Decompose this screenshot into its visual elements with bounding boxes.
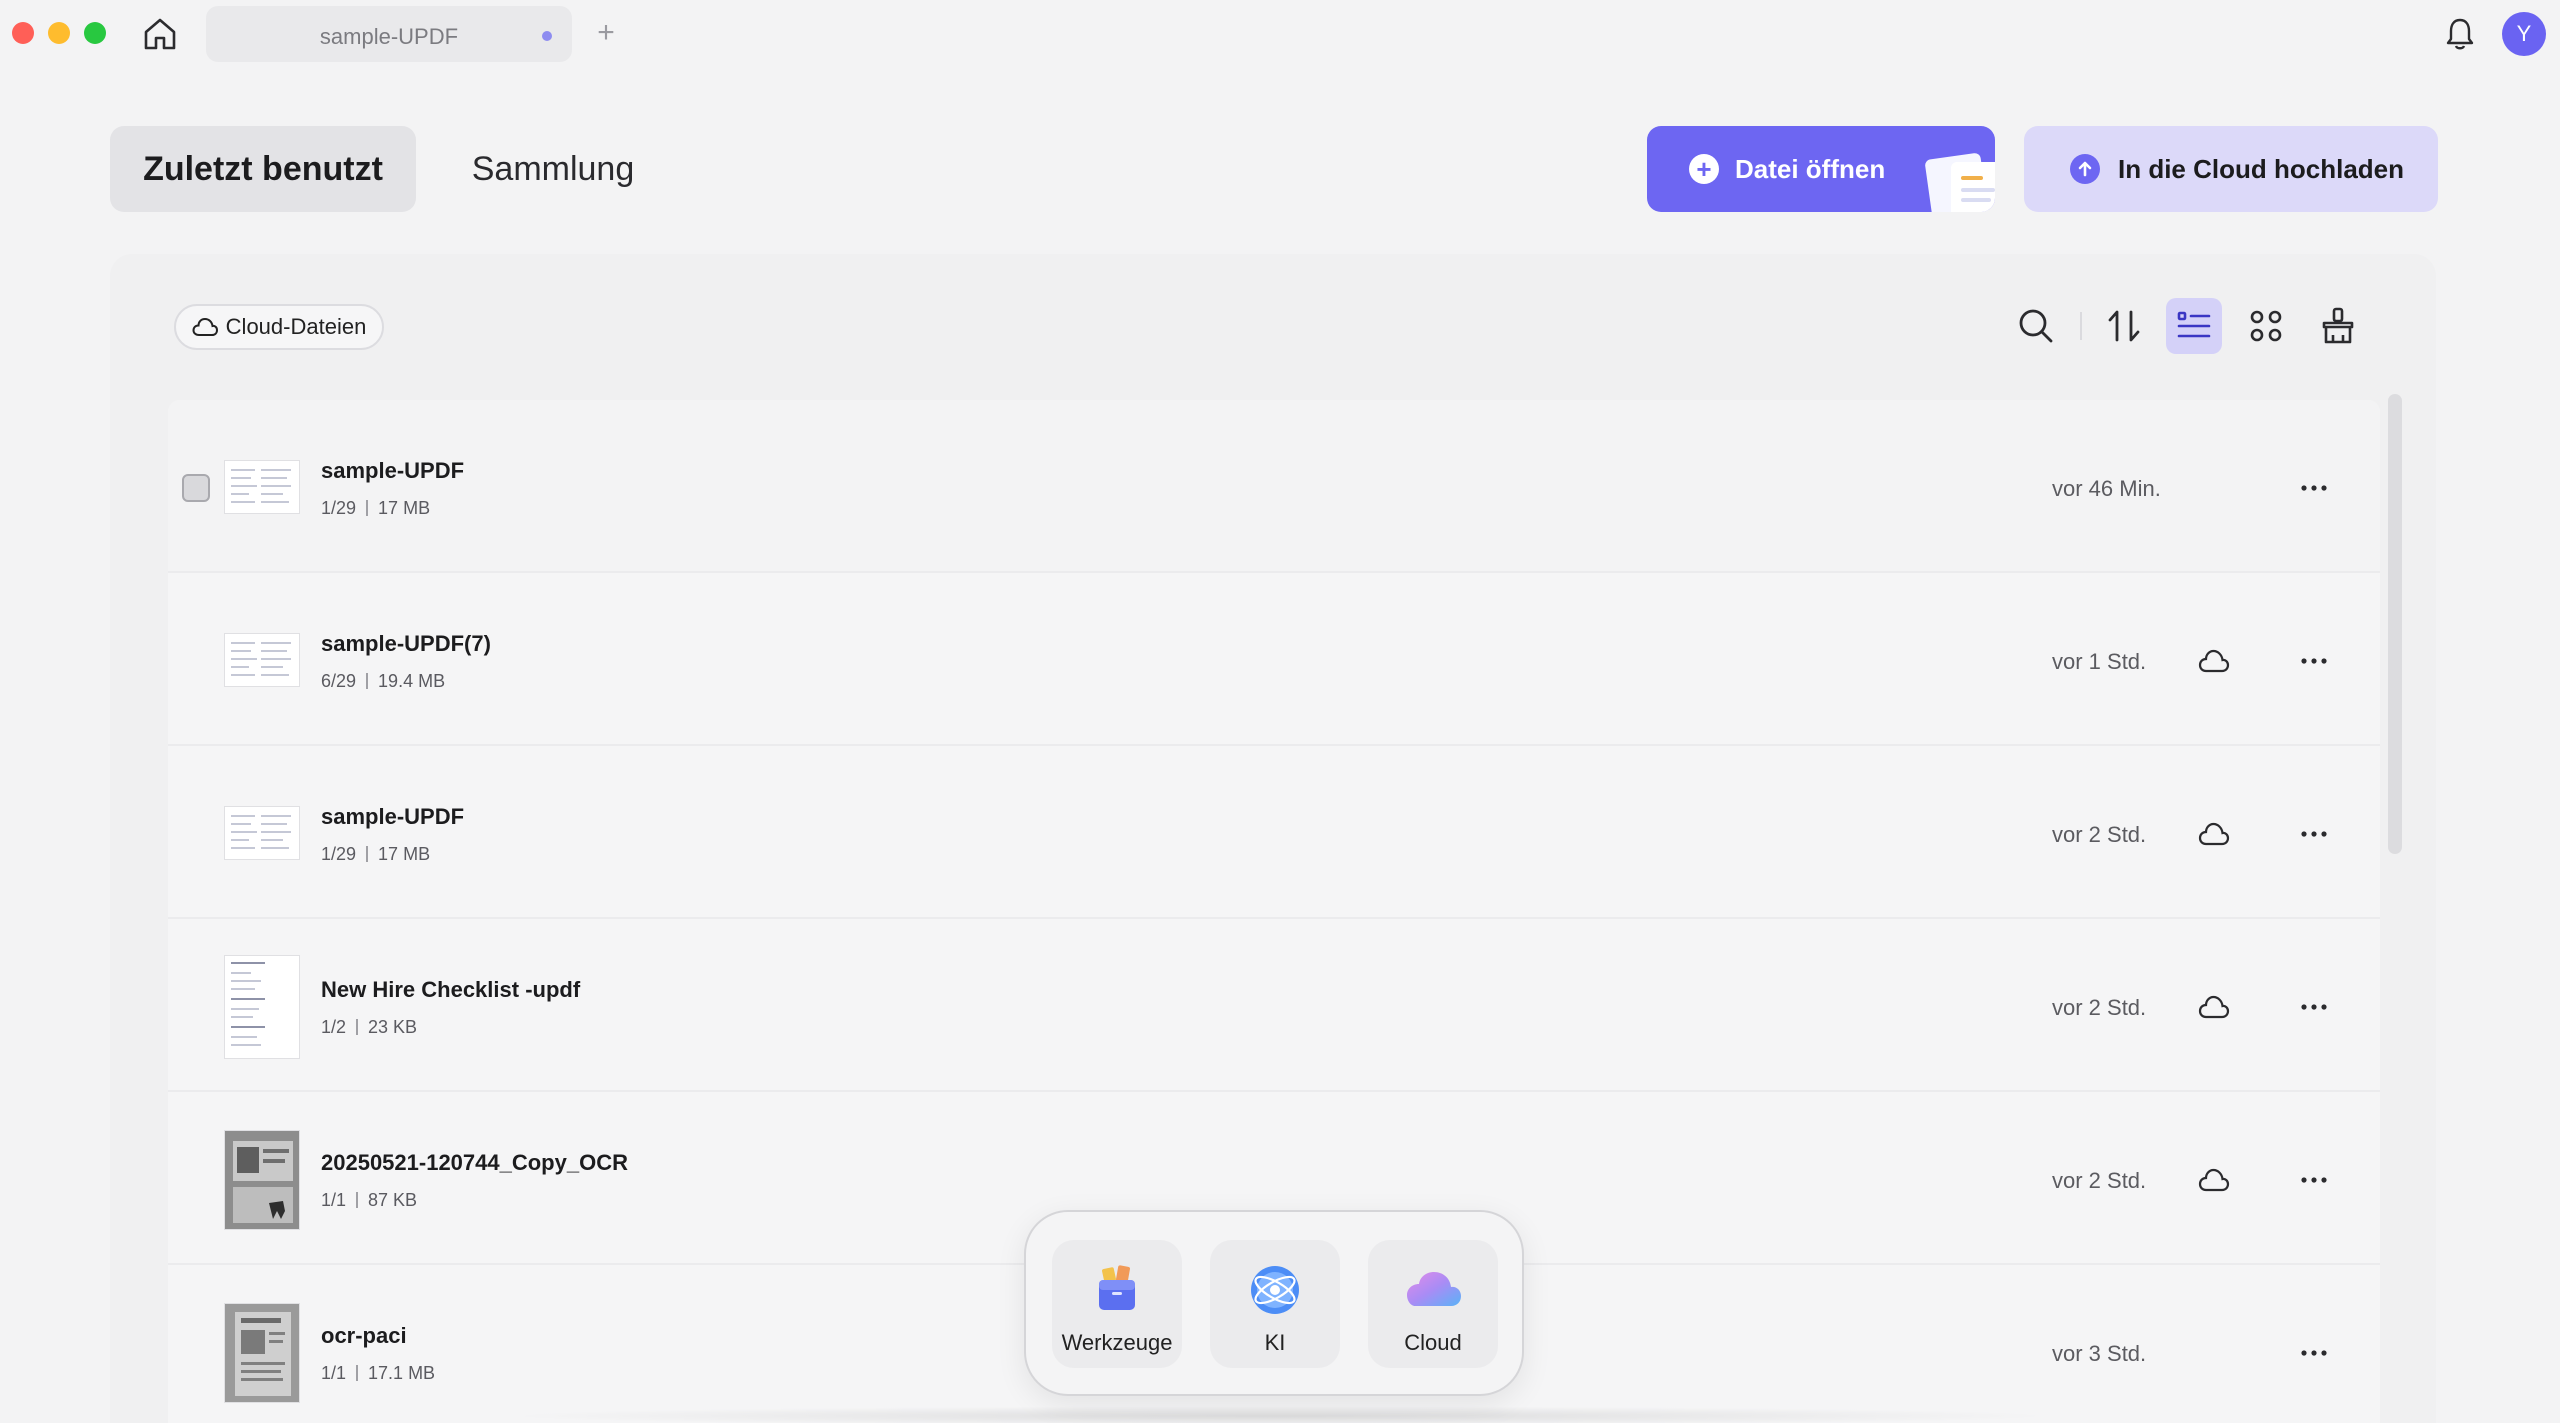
file-thumbnail <box>224 1130 300 1230</box>
table-row[interactable]: sample-UPDF 1/29 17 MB vor 46 Min. <box>168 400 2380 573</box>
sort-button[interactable] <box>2096 298 2152 354</box>
avatar[interactable]: Y <box>2502 12 2546 56</box>
search-icon <box>2019 309 2053 343</box>
minimize-window-button[interactable] <box>48 22 70 44</box>
upload-arrow-icon <box>2070 154 2100 184</box>
file-name[interactable]: 20250521-120744_Copy_OCR <box>321 1150 628 1176</box>
cloud-files-filter[interactable]: Cloud-Dateien <box>174 304 384 350</box>
toolbar-divider <box>2080 312 2082 340</box>
file-meta: 1/2 23 KB <box>321 1017 418 1037</box>
more-options-icon[interactable] <box>2298 655 2330 667</box>
table-row[interactable]: sample-UPDF(7) 6/29 19.4 MB vor 1 Std. <box>168 573 2380 746</box>
home-icon[interactable] <box>138 14 182 54</box>
file-thumbnail <box>224 460 300 514</box>
more-options-icon[interactable] <box>2298 482 2330 494</box>
file-thumbnail <box>224 806 300 860</box>
dock-cloud-label: Cloud <box>1404 1330 1462 1355</box>
file-meta: 1/29 17 MB <box>321 844 431 864</box>
more-options-icon[interactable] <box>2298 1347 2330 1359</box>
dock-ai-button[interactable]: KI <box>1210 1240 1340 1368</box>
file-name[interactable]: sample-UPDF <box>321 804 464 830</box>
open-file-label: Datei öffnen <box>1735 153 1886 184</box>
more-options-icon[interactable] <box>2298 1174 2330 1186</box>
file-time: vor 2 Std. <box>2052 822 2147 847</box>
file-name[interactable]: sample-UPDF <box>321 458 464 484</box>
file-time: vor 3 Std. <box>2052 1341 2147 1366</box>
upload-cloud-button[interactable]: In die Cloud hochladen <box>2024 126 2438 212</box>
file-name[interactable]: ocr-paci <box>321 1323 407 1349</box>
grid-view-button[interactable] <box>2238 298 2294 354</box>
bottom-shadow <box>500 1406 2060 1423</box>
list-view-button[interactable] <box>2166 298 2222 354</box>
file-meta: 1/1 87 KB <box>321 1190 418 1210</box>
cloud-icon <box>192 317 218 336</box>
upload-cloud-label: In die Cloud hochladen <box>2118 153 2404 184</box>
tab-collection[interactable]: Sammlung <box>440 126 666 212</box>
file-time: vor 2 Std. <box>2052 1168 2147 1193</box>
title-bar: sample-UPDF + Y <box>0 0 2560 70</box>
toolbox-icon <box>1099 1265 1135 1310</box>
cloud-upload-icon[interactable] <box>2198 820 2230 848</box>
tab-recent[interactable]: Zuletzt benutzt <box>110 126 416 212</box>
cloud-upload-icon[interactable] <box>2198 647 2230 675</box>
floating-dock: Werkzeuge KI Cloud <box>1024 1210 1524 1396</box>
table-row[interactable]: sample-UPDF 1/29 17 MB vor 2 Std. <box>168 746 2380 919</box>
file-time: vor 1 Std. <box>2052 649 2147 674</box>
file-name[interactable]: New Hire Checklist -updf <box>321 977 580 1003</box>
clean-up-button[interactable] <box>2310 298 2366 354</box>
new-tab-button[interactable]: + <box>590 16 622 50</box>
file-thumbnail <box>224 955 300 1059</box>
broom-icon <box>2322 307 2354 344</box>
dock-cloud-button[interactable]: Cloud <box>1368 1240 1498 1368</box>
grid-view-icon <box>2250 310 2282 342</box>
more-options-icon[interactable] <box>2298 1001 2330 1013</box>
ai-assistant-icon <box>1251 1266 1299 1314</box>
file-meta: 1/1 17.1 MB <box>321 1363 436 1383</box>
dock-ai-label: KI <box>1264 1330 1286 1355</box>
file-thumbnail <box>224 633 300 687</box>
table-row[interactable]: New Hire Checklist -updf 1/2 23 KB vor 2 … <box>168 919 2380 1092</box>
document-illustration <box>1951 162 1995 212</box>
close-window-button[interactable] <box>12 22 34 44</box>
row-checkbox[interactable] <box>182 474 210 502</box>
file-thumbnail <box>224 1303 300 1403</box>
file-time: vor 2 Std. <box>2052 995 2147 1020</box>
file-name[interactable]: sample-UPDF(7) <box>321 631 491 657</box>
file-time: vor 46 Min. <box>2052 476 2161 501</box>
document-tab[interactable]: sample-UPDF <box>206 6 572 62</box>
search-button[interactable] <box>2008 298 2064 354</box>
more-options-icon[interactable] <box>2298 828 2330 840</box>
file-meta: 6/29 19.4 MB <box>321 671 446 691</box>
bell-icon[interactable] <box>2440 14 2480 54</box>
cloud-files-label: Cloud-Dateien <box>225 314 367 339</box>
scrollbar-thumb[interactable] <box>2388 394 2402 854</box>
cloud-upload-icon[interactable] <box>2198 993 2230 1021</box>
open-file-button[interactable]: + Datei öffnen <box>1647 126 1995 212</box>
sort-icon <box>2108 310 2140 342</box>
document-tab-label: sample-UPDF <box>319 24 459 49</box>
cloud-icon <box>1407 1272 1461 1306</box>
unsaved-dot-icon <box>542 31 552 41</box>
cloud-upload-icon[interactable] <box>2198 1166 2230 1194</box>
maximize-window-button[interactable] <box>84 22 106 44</box>
dock-tools-button[interactable]: Werkzeuge <box>1052 1240 1182 1368</box>
file-meta: 1/29 17 MB <box>321 498 431 518</box>
list-view-icon <box>2177 311 2211 338</box>
plus-circle-icon: + <box>1689 154 1719 184</box>
dock-tools-label: Werkzeuge <box>1061 1330 1173 1355</box>
